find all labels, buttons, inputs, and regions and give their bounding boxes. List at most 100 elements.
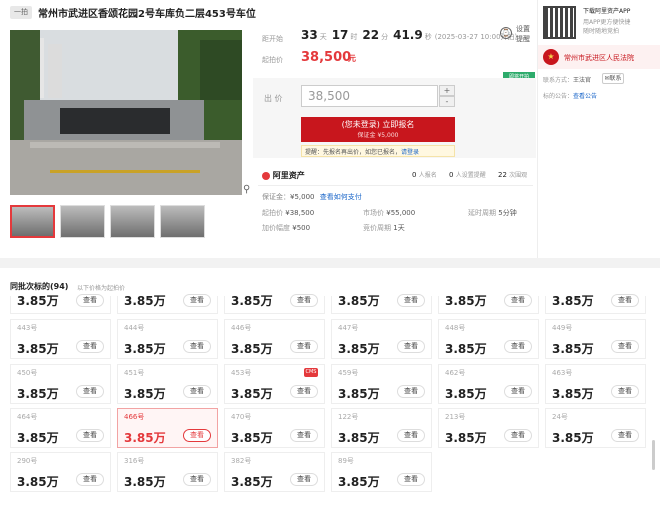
contact-button[interactable]: ✉联系 (602, 73, 624, 84)
how-to-pay-link[interactable]: 查看如何支付 (320, 193, 362, 201)
lot-card[interactable]: 444号 3.85万 查看 (117, 319, 218, 359)
view-button[interactable]: 查看 (76, 294, 104, 307)
zoom-icon[interactable]: ⚲ (243, 184, 250, 195)
countdown-minutes: 22 (362, 28, 380, 42)
lot-card-partial[interactable]: 3.85万 查看 (224, 294, 325, 314)
view-button[interactable]: 查看 (76, 429, 104, 442)
lot-card-partial[interactable]: 3.85万 查看 (331, 294, 432, 314)
lot-card[interactable]: 459号 3.85万 查看 (331, 364, 432, 404)
page-title: 常州市武进区香颂花园2号车库负二层453号车位 (38, 9, 256, 20)
view-button[interactable]: 查看 (290, 340, 318, 353)
lot-card[interactable]: 463号 3.85万 查看 (545, 364, 646, 404)
lot-card[interactable]: 470号 3.85万 查看 (224, 408, 325, 448)
view-button[interactable]: 查看 (183, 385, 211, 398)
start-price-unit: 元 (348, 54, 356, 63)
lot-card[interactable]: 453号 3.85万 查看 CMS (224, 364, 325, 404)
lot-card-partial[interactable]: 3.85万 查看 (10, 294, 111, 314)
login-link[interactable]: 请登录 (401, 149, 419, 156)
view-button[interactable]: 查看 (504, 294, 532, 307)
lot-card-partial[interactable]: 3.85万 查看 (545, 294, 646, 314)
view-button[interactable]: 查看 (290, 294, 318, 307)
garage-ramp-photo (10, 30, 242, 195)
lot-number: 446号 (231, 324, 252, 332)
register-button[interactable]: (您未登录) 立即报名 保证金 ¥5,000 (301, 117, 455, 142)
set-reminder-button[interactable]: ⌚ 设置 提醒 (498, 24, 534, 46)
info-market-price: 市场价 ¥55,000 (363, 209, 416, 217)
lot-card[interactable]: 448号 3.85万 查看 (438, 319, 539, 359)
lot-number: 453号 (231, 369, 252, 377)
view-button[interactable]: 查看 (611, 429, 639, 442)
scrollbar[interactable] (652, 440, 655, 470)
bid-decrease-button[interactable]: - (439, 96, 455, 107)
notice-link[interactable]: 查看公告 (573, 93, 597, 100)
lot-card[interactable]: 464号 3.85万 查看 (10, 408, 111, 448)
lot-card[interactable]: 466号 3.85万 查看 (117, 408, 218, 448)
lot-card[interactable]: 382号 3.85万 查看 (224, 452, 325, 492)
lot-number: 464号 (17, 413, 38, 421)
view-button[interactable]: 查看 (611, 294, 639, 307)
lot-card[interactable]: 290号 3.85万 查看 (10, 452, 111, 492)
lot-card[interactable]: 446号 3.85万 查看 (224, 319, 325, 359)
view-button[interactable]: 查看 (397, 385, 425, 398)
view-button[interactable]: 查看 (504, 385, 532, 398)
thumbnail-2[interactable] (60, 205, 105, 238)
info-start-price: 起拍价 ¥38,500 (262, 209, 315, 217)
lot-card[interactable]: 24号 3.85万 查看 (545, 408, 646, 448)
lot-number: 462号 (445, 369, 466, 377)
lot-card[interactable]: 316号 3.85万 查看 (117, 452, 218, 492)
thumbnail-3[interactable] (110, 205, 155, 238)
lot-price: 3.85万 (231, 431, 273, 445)
lot-card[interactable]: 89号 3.85万 查看 (331, 452, 432, 492)
lot-card-partial[interactable]: 3.85万 查看 (117, 294, 218, 314)
view-button[interactable]: 查看 (183, 340, 211, 353)
countdown-seconds: 41.9 (393, 28, 423, 42)
clock-icon: ⌚ (500, 27, 512, 39)
lot-number: 463号 (552, 369, 573, 377)
lot-card[interactable]: 462号 3.85万 查看 (438, 364, 539, 404)
lot-card[interactable]: 450号 3.85万 查看 (10, 364, 111, 404)
bid-increase-button[interactable]: + (439, 85, 455, 96)
brand-icon (262, 171, 270, 180)
view-button[interactable]: 查看 (290, 429, 318, 442)
court-name[interactable]: 常州市武进区人民法院 (564, 53, 634, 63)
lot-price: 3.85万 (338, 294, 380, 308)
view-button[interactable]: 查看 (611, 340, 639, 353)
info-increment: 加价幅度 ¥500 (262, 224, 311, 232)
lot-price: 3.85万 (124, 342, 166, 356)
lot-card[interactable]: 213号 3.85万 查看 (438, 408, 539, 448)
lot-price: 3.85万 (445, 431, 487, 445)
view-button[interactable]: 查看 (397, 340, 425, 353)
bid-input[interactable]: 38,500 (301, 85, 438, 107)
lot-card[interactable]: 443号 3.85万 查看 (10, 319, 111, 359)
lot-card[interactable]: 451号 3.85万 查看 (117, 364, 218, 404)
view-button[interactable]: 查看 (183, 294, 211, 307)
view-button[interactable]: 查看 (76, 473, 104, 486)
lot-number: 122号 (338, 413, 359, 421)
lot-number: 449号 (552, 324, 573, 332)
view-button[interactable]: 查看 (611, 385, 639, 398)
view-button[interactable]: 查看 (397, 473, 425, 486)
view-button[interactable]: 查看 (397, 294, 425, 307)
court-emblem-icon: ★ (543, 49, 559, 65)
view-button[interactable]: 查看 (504, 340, 532, 353)
ali-asset-logo: 阿里资产 (262, 170, 305, 181)
lot-price: 3.85万 (124, 475, 166, 489)
lot-card-partial[interactable]: 3.85万 查看 (438, 294, 539, 314)
view-button[interactable]: 查看 (76, 340, 104, 353)
countdown-label: 距开始 (262, 35, 283, 43)
thumbnail-4[interactable] (160, 205, 205, 238)
view-button[interactable]: 查看 (397, 429, 425, 442)
view-button[interactable]: 查看 (290, 473, 318, 486)
lot-card[interactable]: 449号 3.85万 查看 (545, 319, 646, 359)
view-button[interactable]: 查看 (504, 429, 532, 442)
lot-price: 3.85万 (552, 294, 594, 308)
view-button[interactable]: 查看 (290, 385, 318, 398)
view-button[interactable]: 查看 (76, 385, 104, 398)
thumbnail-1[interactable] (10, 205, 55, 238)
countdown-hours: 17 (331, 28, 349, 42)
lot-card[interactable]: 122号 3.85万 查看 (331, 408, 432, 448)
lot-card[interactable]: 447号 3.85万 查看 (331, 319, 432, 359)
view-button[interactable]: 查看 (183, 429, 211, 442)
main-photo[interactable] (10, 30, 242, 195)
view-button[interactable]: 查看 (183, 473, 211, 486)
